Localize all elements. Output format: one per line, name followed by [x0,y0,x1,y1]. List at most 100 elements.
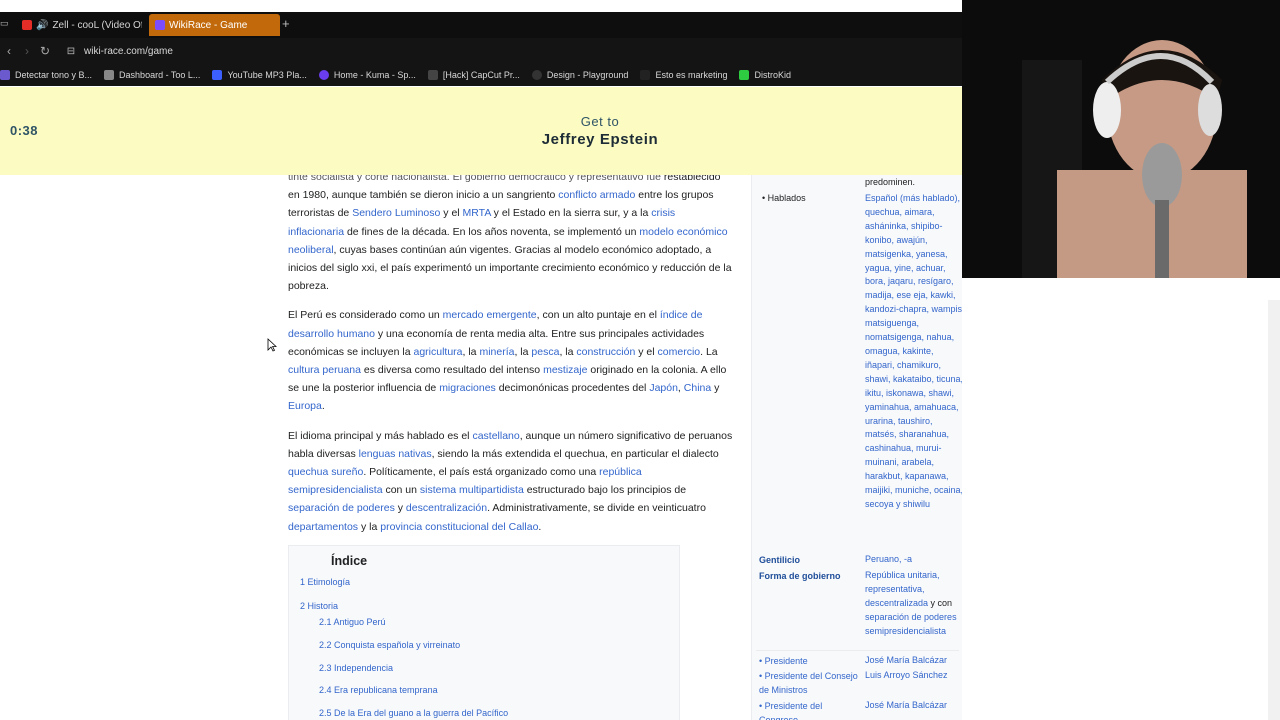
infobox: predominen. • Hablados Español (más habl… [751,175,962,720]
article-link[interactable]: construcción [576,346,635,358]
tab-search-icon[interactable]: ▭ [0,18,9,29]
site-info-icon[interactable]: ⊟ [64,46,78,57]
article-link[interactable]: MRTA [463,207,491,219]
infobox-label-presidente: • Presidente [759,656,808,666]
article-link[interactable]: conflicto armado [558,189,635,201]
article-link[interactable]: Japón [649,382,678,394]
tab-video[interactable]: 🔊 Zell - cooL (Video Ofic [16,14,142,36]
url-field[interactable]: wiki-race.com/game [84,46,173,57]
article-text: . Administrativamente, se divide en vein… [487,502,706,515]
infobox-label-gentilicio: Gentilicio [759,555,801,565]
tab-title: WikiRace - Game [169,19,248,31]
speaker-icon[interactable]: 🔊 [36,20,48,31]
game-header: 0:38 Get to Jeffrey Epstein [0,87,962,175]
page-right-margin [962,278,1280,720]
bookmark-item[interactable]: Design - Playground [531,70,628,80]
infobox-separator [756,650,959,651]
article-link[interactable]: China [684,382,711,394]
bookmark-icon [739,70,750,80]
bookmark-icon [531,70,542,80]
address-bar: ‹ › ↻ ⊟ wiki-race.com/game [0,38,962,64]
table-of-contents: Índice 1 Etimología 2 Historia 2.1 Antig… [288,545,680,720]
toc-item[interactable]: 2.5 De la Era del guano a la guerra del … [319,708,508,718]
article-link[interactable]: Sendero Luminoso [352,207,440,219]
article-text: es diversa como resultado del intenso [360,364,544,377]
bookmark-item[interactable]: Esto es marketing [640,70,727,80]
article-paragraph: El Perú es considerado como un mercado e… [288,306,733,415]
paragraph-body: restablecido en 1980, aunque también se … [288,175,732,292]
infobox-link[interactable]: separación de poderes semipresidencialis… [865,612,957,636]
infobox-value-consejo: Luis Arroyo Sánchez [865,670,948,680]
game-timer: 0:38 [10,123,39,138]
article-link[interactable]: descentralización [406,502,487,514]
tab-wikirace[interactable]: WikiRace - Game [149,14,280,36]
article-text: con un [382,484,420,497]
article-text: y [394,502,406,515]
forward-icon[interactable]: › [18,44,36,58]
toc-item[interactable]: 2 Historia [300,601,338,611]
article-link[interactable]: quechua sureño [288,466,363,478]
bookmarks-bar: Detectar tono y B... Dashboard - Too L..… [0,64,962,86]
article-text: y el [635,345,658,358]
tab-strip: ▭ 🔊 Zell - cooL (Video Ofic WikiRace - G… [0,12,962,38]
toc-item[interactable]: 2.2 Conquista española y virreinato [319,640,460,650]
infobox-label-consejo: • Presidente del Consejo de Ministros [759,671,858,695]
infobox-value-gobierno: República unitaria, representativa, desc… [865,570,957,636]
bookmark-icon [0,70,10,80]
new-tab-button[interactable]: + [282,16,290,31]
infobox-label-hablados: • Hablados [762,193,806,203]
infobox-value-presidente: José María Balcázar [865,655,948,665]
article-link[interactable]: Europa [288,400,322,412]
browser-window: ▭ 🔊 Zell - cooL (Video Ofic WikiRace - G… [0,0,962,720]
article-text: , con un alto puntaje en el [536,309,660,322]
goal-box: Get to Jeffrey Epstein [450,114,750,148]
toc-item[interactable]: 2.4 Era republicana temprana [319,685,438,695]
article-text: , siendo la más extendida el quechua, en… [431,447,719,460]
article-link[interactable]: migraciones [439,382,496,394]
article-link[interactable]: mercado emergente [443,309,537,321]
article-link[interactable]: lenguas nativas [359,448,432,460]
article-text: . [321,400,325,413]
article-link[interactable]: comercio [658,346,701,358]
article-link[interactable]: provincia constitucional del Callao [380,521,538,533]
article-link[interactable]: agricultura [413,346,462,358]
bookmark-item[interactable]: Dashboard - Too L... [104,70,200,80]
toc-item[interactable]: 2.1 Antiguo Perú [319,617,386,627]
wikirace-icon [155,20,165,30]
mouse-cursor-icon [267,338,277,352]
article-link[interactable]: mestizaje [543,364,587,376]
article-link[interactable]: sistema multipartidista [420,484,524,496]
toc-item[interactable]: 2.3 Independencia [319,663,393,673]
article-link[interactable]: castellano [472,430,519,442]
article-text: y [711,382,720,395]
back-icon[interactable]: ‹ [0,44,18,58]
article-text: El Perú es considerado como un [288,309,443,322]
toc-item[interactable]: 1 Etimología [300,577,350,587]
article-paragraph: tinte socialista y corte nacionalista. E… [288,175,733,295]
reload-icon[interactable]: ↻ [36,44,54,58]
article-text: . [538,520,542,533]
article-text: , la [514,345,532,358]
article-link[interactable]: cultura peruana [288,364,361,376]
article-link[interactable]: minería [479,346,514,358]
scrollbar[interactable] [1268,300,1280,720]
bookmark-icon [318,70,329,80]
bookmark-item[interactable]: DistroKid [739,70,791,80]
article-text: decimonónicas procedentes del [495,382,650,395]
bookmark-item[interactable]: Detectar tono y B... [0,70,92,80]
article-link[interactable]: departamentos [288,521,358,533]
infobox-label-gobierno: Forma de gobierno [759,571,841,581]
bookmark-item[interactable]: YouTube MP3 Pla... [212,70,307,80]
bookmark-item[interactable]: Home - Kuma - Sp... [318,70,416,80]
toc-title: Índice [331,554,368,568]
bookmark-icon [104,70,115,80]
article-text: , la [559,345,577,358]
bookmark-icon [427,70,438,80]
webcam-person-illustration [962,0,1280,278]
article-text: El idioma principal y más hablado es el [288,429,473,442]
goal-target: Jeffrey Epstein [541,131,659,148]
article-link[interactable]: pesca [531,346,559,358]
article-text: , la [462,345,480,358]
article-link[interactable]: separación de poderes [288,502,395,514]
bookmark-item[interactable]: [Hack] CapCut Pr... [427,70,520,80]
